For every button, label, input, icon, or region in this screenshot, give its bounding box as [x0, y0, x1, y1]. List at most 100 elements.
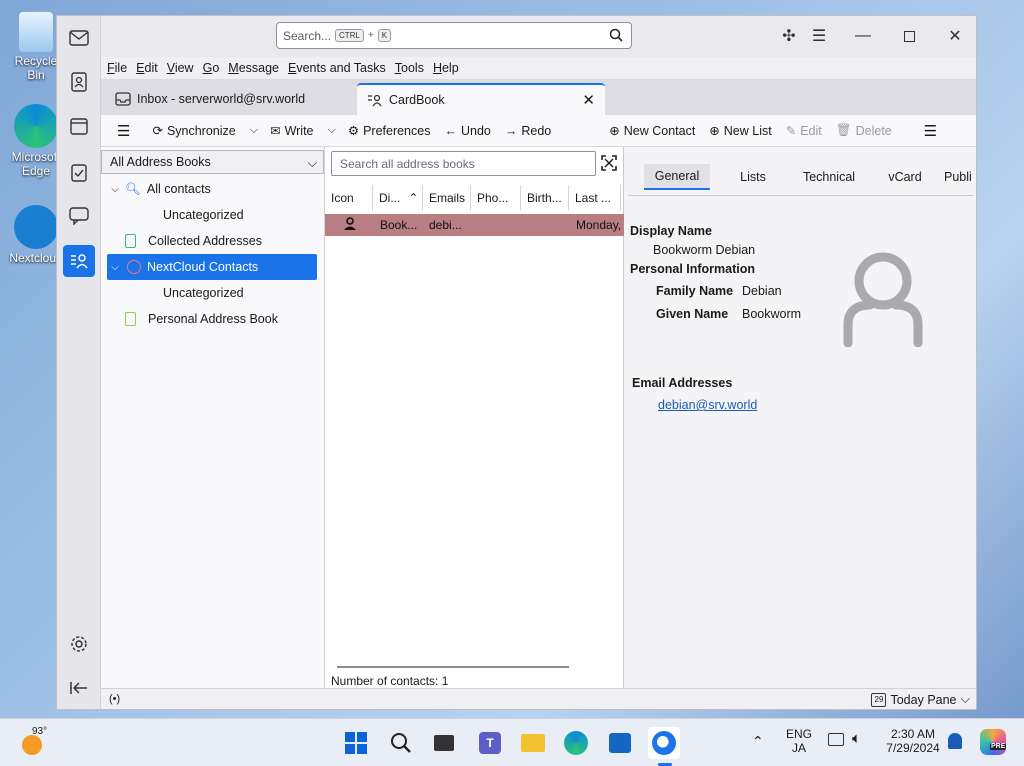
- fit-view-icon[interactable]: [601, 155, 617, 171]
- tree-item-collected-addresses[interactable]: Collected Addresses: [107, 228, 317, 254]
- today-pane-button[interactable]: 29 Today Pane ⌵: [871, 692, 970, 707]
- start-button[interactable]: [340, 727, 372, 759]
- menu-file[interactable]: File: [107, 61, 127, 75]
- column-header-emails[interactable]: Emails: [423, 185, 471, 211]
- minimize-button[interactable]: —: [851, 24, 875, 48]
- file-explorer-icon[interactable]: [517, 727, 549, 759]
- tab-public[interactable]: Publi: [944, 164, 976, 190]
- nextcloud-icon: [14, 205, 58, 249]
- menu-edit[interactable]: Edit: [136, 61, 158, 75]
- connection-status-icon[interactable]: (•): [109, 693, 120, 705]
- tab-label: vCard: [888, 170, 922, 184]
- close-tab-icon[interactable]: ✕: [582, 91, 595, 109]
- horizontal-scrollbar[interactable]: [337, 666, 569, 668]
- tab-cardbook[interactable]: CardBook ✕: [357, 83, 605, 115]
- menu-go[interactable]: Go: [203, 61, 220, 75]
- maximize-button[interactable]: [897, 24, 921, 48]
- collapse-spaces-icon[interactable]: [63, 672, 95, 704]
- show-hidden-icons-chevron-icon[interactable]: ⌃: [752, 733, 764, 750]
- cardbook-space-icon[interactable]: [63, 245, 95, 277]
- delete-button[interactable]: 🗑 Delete: [836, 123, 892, 138]
- menu-tools[interactable]: Tools: [395, 61, 424, 75]
- tree-item-personal-address-book[interactable]: Personal Address Book: [107, 306, 317, 332]
- redo-arrow-icon: →: [504, 123, 518, 138]
- address-book-selector[interactable]: All Address Books ⌵: [101, 150, 324, 174]
- new-contact-button[interactable]: ⊕ New Contact: [609, 123, 695, 139]
- column-header-phone[interactable]: Pho...: [471, 185, 521, 211]
- column-label: Pho...: [477, 191, 509, 205]
- chat-space-icon[interactable]: [63, 200, 95, 232]
- column-header-icon[interactable]: Icon: [325, 185, 373, 211]
- undo-button[interactable]: ← Undo: [444, 124, 490, 138]
- edit-button[interactable]: ✎ Edit: [786, 123, 822, 139]
- column-header-display[interactable]: Di... ⌃: [373, 185, 423, 211]
- preferences-button[interactable]: ⚙ Preferences: [348, 123, 431, 139]
- teams-icon[interactable]: T: [474, 727, 506, 759]
- volume-icon[interactable]: 🔈︎: [852, 730, 861, 747]
- addons-icon[interactable]: ✣: [777, 24, 801, 48]
- twisty-expanded-icon[interactable]: ⌵: [107, 262, 123, 273]
- network-icon[interactable]: [828, 733, 844, 746]
- store-icon[interactable]: [604, 727, 636, 759]
- language-indicator[interactable]: ENG JA: [786, 727, 812, 755]
- address-book-space-icon[interactable]: [63, 66, 95, 98]
- contact-photo-placeholder-icon: [843, 252, 923, 347]
- calendar-space-icon[interactable]: [63, 110, 95, 142]
- clock-time: 2:30 AM: [890, 727, 936, 741]
- shortcut-ctrl: CTRL: [335, 29, 364, 42]
- weather-widget[interactable]: 93°: [20, 726, 47, 755]
- contact-search-input[interactable]: Search all address books: [331, 151, 596, 176]
- twisty-expanded-icon[interactable]: ⌵: [107, 184, 123, 195]
- overflow-menu-icon[interactable]: ☰: [924, 122, 937, 140]
- tab-general[interactable]: General: [644, 164, 710, 190]
- write-dropdown-icon[interactable]: ⌵: [328, 124, 336, 137]
- tab-label: Technical: [802, 170, 856, 184]
- thunderbird-taskbar-icon[interactable]: [648, 727, 680, 759]
- tree-item-uncategorized-all[interactable]: Uncategorized: [107, 202, 317, 228]
- menu-message[interactable]: Message: [228, 61, 279, 75]
- given-name-label: Given Name: [656, 307, 729, 321]
- close-window-button[interactable]: ✕: [943, 24, 967, 48]
- person-icon: [344, 217, 356, 230]
- column-header-last-modified[interactable]: Last ...: [569, 185, 621, 211]
- tree-item-nextcloud-contacts[interactable]: ⌵ NextCloud Contacts: [107, 254, 317, 280]
- cardbook-menu-icon[interactable]: ☰: [117, 122, 130, 140]
- trash-icon: 🗑: [835, 123, 852, 137]
- mail-space-icon[interactable]: [63, 22, 95, 54]
- edge-icon: [14, 104, 58, 148]
- menu-view[interactable]: View: [167, 61, 194, 75]
- tab-technical[interactable]: Technical: [796, 164, 862, 190]
- tab-inbox[interactable]: Inbox - serverworld@srv.world: [105, 83, 353, 115]
- cell-display-name: Book...: [380, 218, 418, 232]
- synchronize-button[interactable]: ⟳ Synchronize: [152, 123, 235, 139]
- edge-taskbar-icon[interactable]: [560, 727, 592, 759]
- global-search-input[interactable]: Search... CTRL + K: [276, 22, 632, 49]
- tab-lists[interactable]: Lists: [724, 164, 782, 190]
- write-button[interactable]: ✉ Write: [270, 123, 313, 139]
- sort-ascending-icon: ⌃: [408, 191, 419, 205]
- synchronize-dropdown-icon[interactable]: ⌵: [250, 124, 258, 137]
- sync-icon: ⟳: [152, 124, 163, 138]
- taskbar-search-icon[interactable]: [385, 727, 417, 759]
- redo-button[interactable]: → Redo: [505, 124, 551, 138]
- delete-label: Delete: [855, 123, 892, 138]
- copilot-icon[interactable]: PRE: [980, 729, 1007, 755]
- email-link[interactable]: debian@srv.world: [658, 398, 757, 412]
- settings-gear-icon[interactable]: [63, 628, 95, 660]
- email-addresses-label: Email Addresses: [632, 376, 733, 390]
- menu-help[interactable]: Help: [433, 61, 459, 75]
- clock[interactable]: 2:30 AM 7/29/2024: [880, 727, 946, 755]
- tree-item-all-contacts[interactable]: ⌵ 🔍︎ All contacts: [107, 176, 317, 202]
- tree-item-label: Collected Addresses: [148, 234, 262, 248]
- column-header-birthday[interactable]: Birth...: [521, 185, 569, 211]
- tree-item-uncategorized-nextcloud[interactable]: Uncategorized: [107, 280, 317, 306]
- table-row[interactable]: Book... debi... Monday,: [325, 214, 624, 236]
- menu-events-and-tasks[interactable]: Events and Tasks: [288, 61, 386, 75]
- new-list-button[interactable]: ⊕ New List: [709, 123, 771, 139]
- app-menu-icon[interactable]: ☰: [807, 24, 831, 48]
- tab-vcard[interactable]: vCard: [876, 164, 934, 190]
- title-bar: Search... CTRL + K ✣ ☰ — ✕: [57, 16, 976, 57]
- tasks-space-icon[interactable]: [63, 156, 95, 188]
- notification-bell-icon[interactable]: [948, 733, 962, 749]
- task-view-icon[interactable]: [428, 727, 460, 759]
